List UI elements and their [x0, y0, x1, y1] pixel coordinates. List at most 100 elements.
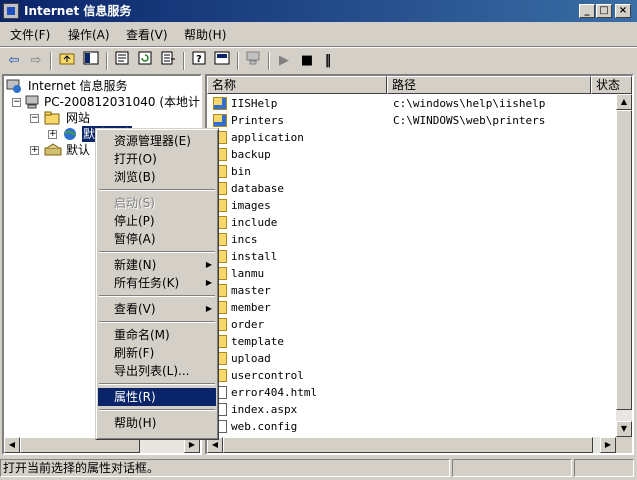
menu-help[interactable]: 帮助(H) [184, 27, 226, 43]
list-item[interactable]: order [209, 316, 629, 333]
iis-app-icon[interactable] [3, 3, 19, 19]
menu-separator [99, 189, 215, 191]
toolbar-separator [106, 52, 108, 70]
console-icon[interactable] [212, 51, 232, 71]
expand-toggle[interactable]: − [30, 114, 39, 123]
scroll-thumb[interactable] [616, 110, 632, 410]
list-item[interactable]: upload [209, 350, 629, 367]
menu-view[interactable]: 查看(V) [126, 27, 168, 43]
virtual-directory-icon [213, 97, 227, 110]
scroll-up-button[interactable]: ▲ [616, 94, 632, 110]
back-arrow-icon[interactable]: ⇦ [4, 51, 24, 71]
menu-separator [99, 321, 215, 323]
stop-icon[interactable]: ■ [297, 51, 317, 71]
expand-toggle[interactable]: + [48, 130, 57, 139]
scroll-down-button[interactable]: ▼ [616, 421, 632, 437]
list-item[interactable]: usercontrol [209, 367, 629, 384]
context-menu-item[interactable]: 浏览(B) [98, 168, 216, 186]
window-title: Internet 信息服务 [24, 4, 132, 18]
submenu-arrow-icon: ▶ [205, 278, 212, 287]
list-item[interactable]: install [209, 248, 629, 265]
refresh-icon[interactable] [135, 51, 155, 71]
list-item-name: member [231, 301, 271, 314]
scroll-left-button[interactable]: ◀ [4, 437, 20, 453]
minimize-button[interactable]: _ [579, 4, 595, 18]
context-menu-item[interactable]: 新建(N) ▶ [98, 256, 216, 274]
list-hscrollbar[interactable]: ◀ ▶ [207, 437, 616, 453]
expand-toggle[interactable]: + [30, 146, 39, 155]
list-item-name: include [231, 216, 278, 229]
context-menu-item-label: 帮助(H) [114, 416, 157, 430]
context-menu-item[interactable]: 导出列表(L)... [98, 362, 216, 380]
export-list-icon[interactable] [158, 51, 178, 71]
list-item[interactable]: master [209, 282, 629, 299]
context-menu-item[interactable]: 资源管理器(E) [98, 132, 216, 150]
context-menu-item-label: 启动(S) [114, 196, 155, 210]
list-vscrollbar[interactable]: ▲ ▼ [616, 94, 632, 437]
pause-icon[interactable]: ‖ [318, 51, 338, 71]
properties-icon[interactable] [112, 51, 132, 71]
list-item-name: incs [231, 233, 258, 246]
menu-file[interactable]: 文件(F) [10, 27, 50, 43]
expand-toggle[interactable]: − [12, 98, 21, 107]
list-item[interactable]: backup [209, 146, 629, 163]
toolbar-separator [183, 52, 185, 70]
list-item-name: upload [231, 352, 271, 365]
context-menu-item[interactable]: 重命名(M) [98, 326, 216, 344]
list-item[interactable]: member [209, 299, 629, 316]
context-menu-item[interactable]: 查看(V) ▶ [98, 300, 216, 318]
maximize-button[interactable]: □ [596, 4, 612, 18]
context-menu-item-label: 浏览(B) [114, 170, 156, 184]
list-item[interactable]: lanmu [209, 265, 629, 282]
list-item[interactable]: images [209, 197, 629, 214]
menu-action[interactable]: 操作(A) [68, 27, 110, 43]
virtual-directory-icon [213, 114, 227, 127]
close-button[interactable]: × [615, 4, 631, 18]
list-item[interactable]: template [209, 333, 629, 350]
context-menu-item[interactable]: 启动(S) [98, 194, 216, 212]
context-menu-item[interactable]: 属性(R) [98, 388, 216, 406]
context-menu-item[interactable]: 暂停(A) [98, 230, 216, 248]
context-menu-item[interactable]: 打开(O) [98, 150, 216, 168]
context-menu-item[interactable]: 帮助(H) [98, 414, 216, 432]
context-menu-item[interactable]: 刷新(F) [98, 344, 216, 362]
title-bar[interactable]: Internet 信息服务 _ □ × [0, 0, 637, 22]
help-icon[interactable]: ? [189, 51, 209, 71]
play-icon[interactable]: ▶ [274, 51, 294, 71]
column-header-name[interactable]: 名称 [207, 76, 387, 94]
scroll-thumb[interactable] [223, 437, 593, 453]
context-menu-item-label: 属性(R) [114, 390, 156, 404]
status-pane [574, 459, 634, 477]
show-tree-icon[interactable] [81, 51, 101, 71]
context-menu-item-label: 暂停(A) [114, 232, 156, 246]
list-item[interactable]: database [209, 180, 629, 197]
up-folder-icon[interactable] [57, 51, 77, 71]
list-item[interactable]: error404.html [209, 384, 629, 401]
list-item[interactable]: application [209, 129, 629, 146]
computer-icon[interactable] [243, 51, 263, 71]
forward-arrow-icon[interactable]: ⇨ [26, 51, 46, 71]
list-item[interactable]: Printers C:\WINDOWS\web\printers [209, 112, 629, 129]
list-item-name: IISHelp [231, 97, 278, 110]
list-item[interactable]: web.config [209, 418, 629, 435]
list-item-name: web.config [231, 420, 298, 433]
list-item[interactable]: IISHelp c:\windows\help\iishelp [209, 95, 629, 112]
column-header-status[interactable]: 状态 [591, 76, 632, 94]
scroll-right-button[interactable]: ▶ [600, 437, 616, 453]
list-item[interactable]: include [209, 214, 629, 231]
list-item-name: error404.html [231, 386, 318, 399]
list-item[interactable]: bin [209, 163, 629, 180]
context-menu-item[interactable]: 所有任务(K) ▶ [98, 274, 216, 292]
tree-sites-label: 网站 [66, 111, 91, 125]
list-item-name: Printers [231, 114, 284, 127]
list-pane[interactable]: 名称 路径 状态 IISHelp c:\windows\help\iishelp P… [205, 74, 634, 455]
context-menu-item[interactable]: 停止(P) [98, 212, 216, 230]
list-item-name: order [231, 318, 265, 331]
list-item-name: master [231, 284, 271, 297]
list-item-name: lanmu [231, 267, 265, 280]
list-item[interactable]: index.aspx [209, 401, 629, 418]
column-header-path[interactable]: 路径 [387, 76, 591, 94]
menu-separator [99, 409, 215, 411]
globe-icon [64, 128, 76, 140]
list-item[interactable]: incs [209, 231, 629, 248]
